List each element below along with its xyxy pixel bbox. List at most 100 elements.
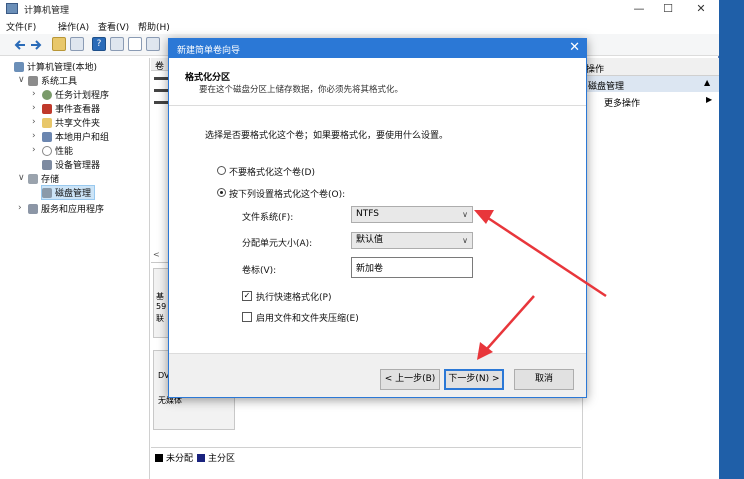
close-button[interactable]: ✕ [685,0,717,18]
menu-bar: 文件(F) 操作(A) 查看(V) 帮助(H) [0,18,719,34]
tree-label: 性能 [55,147,74,157]
device-manager-icon [42,160,52,170]
minimize-button[interactable]: — [623,0,655,18]
tree-item-task-scheduler[interactable]: 任务计划程序 [42,88,109,101]
menu-file[interactable]: 文件(F) [6,20,36,33]
scroll-left-icon[interactable]: < [153,250,160,259]
back-button[interactable]: < 上一步(B) [380,369,440,390]
radio-format-label[interactable]: 按下列设置格式化这个卷(O): [229,187,345,200]
volume-row-marker [154,101,168,104]
disk-icon [42,188,52,198]
tree-item-disk-management[interactable]: 磁盘管理 [41,185,96,200]
storage-icon [28,174,38,184]
forward-arrow-icon[interactable] [30,39,42,51]
volume-row-marker [154,89,168,92]
column-volume[interactable]: 卷 [155,59,164,72]
show-hide-tree-icon[interactable] [70,37,84,51]
allocation-unit-value: 默认值 [356,235,384,245]
compression-checkbox[interactable] [242,312,252,322]
dialog-body: 选择是否要格式化这个卷；如果要格式化，要使用什么设置。 不要格式化这个卷(D) … [169,106,586,353]
shared-folder-icon [42,118,52,128]
help-icon[interactable]: ? [92,37,106,51]
title-bar: 计算机管理 — ☐ ✕ [0,0,719,18]
event-log-icon [42,104,52,114]
tree-item-shared-folders[interactable]: 共享文件夹 [42,116,100,129]
tree-item-event-viewer[interactable]: 事件查看器 [42,102,100,115]
chevron-right-icon[interactable]: › [18,203,22,213]
more-actions-link[interactable]: 更多操作 [604,96,640,109]
computer-management-icon [6,3,18,14]
tree-item-device-manager[interactable]: 设备管理器 [42,158,100,171]
file-system-label: 文件系统(F): [242,213,294,223]
volume-row-marker [154,77,168,80]
dialog-title-bar: 新建简单卷向导 ✕ [169,39,586,58]
chevron-down-icon: ∨ [462,236,468,245]
instruction-text: 选择是否要格式化这个卷；如果要格式化，要使用什么设置。 [205,131,449,141]
actions-section-disk-management[interactable]: 磁盘管理 ▲ [582,76,719,92]
actions-section-label: 磁盘管理 [588,82,625,92]
maximize-button[interactable]: ☐ [652,0,684,18]
checklist-icon[interactable] [128,37,142,51]
clock-icon [42,90,52,100]
tree-item-local-users[interactable]: 本地用户和组 [42,130,109,143]
cancel-button[interactable]: 取消 [514,369,574,390]
tree-label: 设备管理器 [55,161,101,171]
primary-swatch [197,454,205,462]
tree-label: 计算机管理(本地) [27,63,98,73]
actions-header: 操作 [582,58,719,76]
tree-label: 磁盘管理 [55,189,92,199]
services-icon [28,204,38,214]
tree-label: 共享文件夹 [55,119,101,129]
tree-label: 本地用户和组 [55,133,110,143]
tree-item-services[interactable]: 服务和应用程序 [28,202,104,215]
legend-unallocated: 未分配 [166,454,194,464]
quick-format-label[interactable]: 执行快速格式化(P) [256,290,331,303]
chevron-right-icon[interactable]: › [32,145,36,155]
tree-label: 事件查看器 [55,105,101,115]
menu-action[interactable]: 操作(A) [58,20,89,33]
radio-format[interactable] [217,188,226,197]
actions-pane [582,58,719,479]
dialog-subheading: 要在这个磁盘分区上储存数据，你必须先将其格式化。 [199,85,404,95]
tree-item-system-tools[interactable]: 系统工具 [28,74,77,87]
back-arrow-icon[interactable] [14,39,26,51]
disk-info-line: 59 [156,302,167,311]
tree-item-storage[interactable]: 存储 [28,172,59,185]
chevron-right-icon[interactable]: ▶ [706,95,712,104]
chevron-right-icon[interactable]: › [32,103,36,113]
volume-label-input[interactable]: 新加卷 [351,257,473,278]
menu-view[interactable]: 查看(V) [98,20,129,33]
quick-format-checkbox[interactable]: ✓ [242,291,252,301]
collapse-up-icon[interactable]: ▲ [704,78,710,87]
disk-info-line: 基 [156,292,164,301]
chevron-right-icon[interactable]: › [32,117,36,127]
computer-icon [14,62,24,72]
allocation-unit-select[interactable]: 默认值 ∨ [351,232,473,249]
properties-icon[interactable] [110,37,124,51]
chevron-down-icon: ∨ [462,210,468,219]
radio-no-format-label[interactable]: 不要格式化这个卷(D) [229,165,315,178]
tree-label: 任务计划程序 [55,91,110,101]
tree-label: 系统工具 [41,77,78,87]
dialog-title: 新建简单卷向导 [177,46,241,56]
next-button[interactable]: 下一步(N) > [444,369,504,390]
chevron-right-icon[interactable]: › [32,89,36,99]
chevron-down-icon[interactable]: ∨ [18,173,25,183]
up-folder-icon[interactable] [52,37,66,51]
tree-label: 服务和应用程序 [41,205,105,215]
partition-legend: 未分配 主分区 [151,447,581,464]
radio-no-format[interactable] [217,166,226,175]
tree-item-performance[interactable]: 性能 [42,144,73,157]
performance-icon [42,146,52,156]
export-icon[interactable] [146,37,160,51]
disk-info-line: 联 [156,314,164,323]
chevron-right-icon[interactable]: › [32,131,36,141]
compression-label[interactable]: 启用文件和文件夹压缩(E) [256,311,359,324]
tree-item-root[interactable]: 计算机管理(本地) [14,60,97,73]
menu-help[interactable]: 帮助(H) [138,20,170,33]
dialog-close-icon[interactable]: ✕ [569,40,580,55]
file-system-select[interactable]: NTFS ∨ [351,206,473,223]
tools-icon [28,76,38,86]
chevron-down-icon[interactable]: ∨ [18,75,25,85]
actions-title: 操作 [586,65,605,75]
